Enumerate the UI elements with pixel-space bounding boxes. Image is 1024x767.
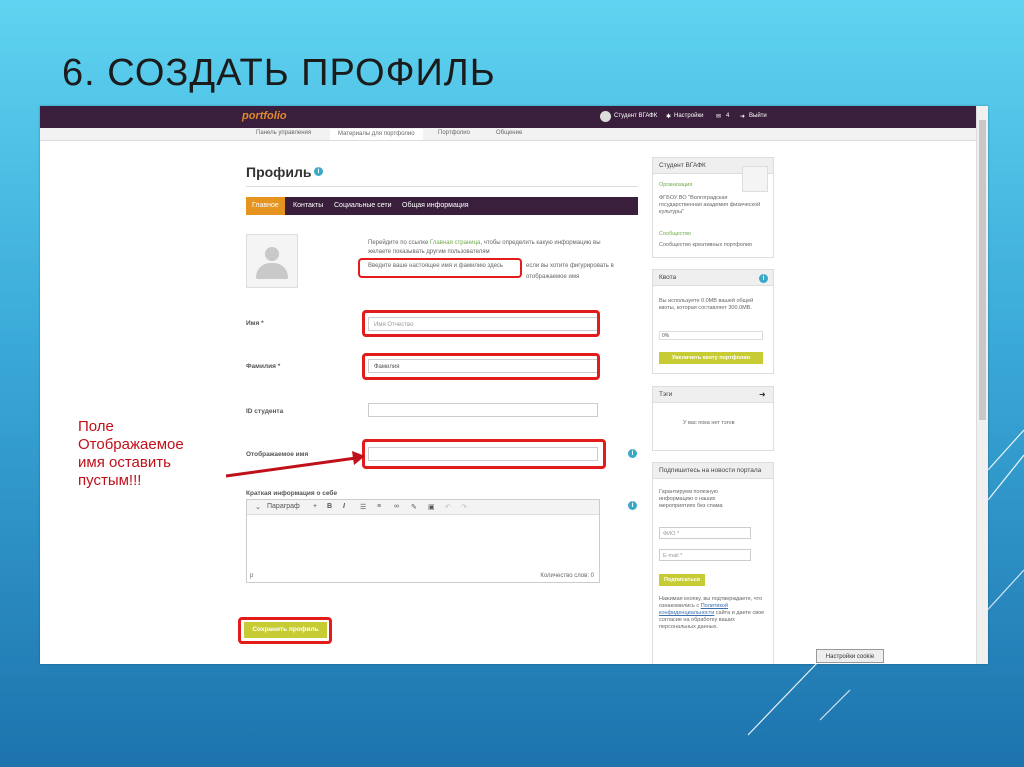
profile-tabs: Главное Контакты Социальные сети Общая и…: [246, 197, 638, 215]
arrow-right-icon[interactable]: ➜: [759, 390, 766, 399]
logout-icon[interactable]: ➜: [740, 113, 745, 120]
settings-link[interactable]: Настройки: [674, 113, 703, 119]
page-scrollbar[interactable]: [976, 106, 988, 664]
redo-icon[interactable]: ↷: [461, 503, 467, 511]
highlight-intro: [358, 258, 522, 278]
display-name-info-icon[interactable]: i: [628, 449, 637, 458]
slide-title: 6. СОЗДАТЬ ПРОФИЛЬ: [62, 52, 496, 94]
quota-info-icon[interactable]: i: [759, 274, 768, 283]
website-screenshot: portfolio Студент ВГАФК ✱ Настройки ✉ 4 …: [40, 106, 988, 664]
numbered-list-icon[interactable]: ≡: [377, 503, 381, 510]
nav-materials[interactable]: Материалы для портфолио: [330, 129, 423, 140]
bio-info-icon[interactable]: i: [628, 501, 637, 510]
student-id-label: ID студента: [246, 408, 284, 415]
quota-progress-bar: 0%: [659, 331, 763, 340]
editor-status-bar: p Количество слов: 0: [246, 573, 598, 585]
profile-photo[interactable]: [246, 234, 298, 288]
divider: [246, 186, 638, 187]
top-bar: portfolio Студент ВГАФК ✱ Настройки ✉ 4 …: [40, 106, 976, 128]
user-card: Студент ВГАФК Организация ФГБОУ ВО "Волг…: [652, 157, 774, 258]
highlight-display-name: [362, 439, 606, 469]
avatar-body-icon: [256, 263, 288, 279]
logout-link[interactable]: Выйти: [749, 113, 767, 119]
site-logo[interactable]: portfolio: [242, 110, 287, 122]
quota-card: Квота i Вы используете 0.0MB вашей общей…: [652, 269, 774, 374]
main-nav: Панель управления Материалы для портфоли…: [40, 128, 976, 141]
chevron-down-icon[interactable]: ⌄: [255, 503, 261, 511]
user-card-avatar-icon[interactable]: [742, 166, 768, 192]
tab-social[interactable]: Социальные сети: [334, 197, 392, 215]
messages-count[interactable]: 4: [726, 113, 729, 119]
newsletter-name-input[interactable]: ФИО *: [659, 527, 751, 539]
bio-editor[interactable]: ⌄ Параграф + B I ☰ ≡ ∞ ✎ ▣ ↶ ↷: [246, 499, 600, 583]
nav-dashboard[interactable]: Панель управления: [256, 130, 311, 136]
newsletter-email-input[interactable]: E-mail *: [659, 549, 751, 561]
student-id-input[interactable]: [368, 403, 598, 417]
intro-line-1: Перейдите по ссылке Главная страница, чт…: [368, 240, 601, 246]
scrollbar-thumb[interactable]: [979, 120, 986, 420]
avatar-head-icon: [265, 247, 279, 261]
highlight-first-name: [362, 310, 600, 337]
word-count: Количество слов: 0: [540, 573, 594, 579]
subscribe-button[interactable]: Подписаться: [659, 574, 705, 586]
increase-quota-button[interactable]: Увеличить квоту портфолио: [659, 352, 763, 364]
gear-icon[interactable]: ✱: [666, 113, 671, 120]
edit-icon[interactable]: ✎: [411, 503, 417, 511]
intro-line-2: желаете показывать другим пользователям: [368, 249, 490, 255]
highlight-last-name: [362, 353, 600, 380]
org-label: Организация: [659, 182, 693, 188]
tab-contacts[interactable]: Контакты: [293, 197, 323, 215]
info-icon[interactable]: i: [314, 167, 323, 176]
page-title: Профиль: [246, 164, 312, 180]
italic-icon[interactable]: I: [343, 503, 345, 510]
community-name: Сообщество креативных портфолио: [659, 242, 753, 248]
homepage-link[interactable]: Главная страница: [430, 240, 480, 246]
user-avatar-icon[interactable]: [600, 111, 611, 122]
plus-icon[interactable]: +: [313, 503, 317, 510]
nav-communication[interactable]: Общение: [496, 130, 522, 136]
envelope-icon[interactable]: ✉: [716, 113, 721, 120]
newsletter-text: Гарантируем полезную информацию о наших …: [659, 489, 723, 509]
intro-line-3-rest: если вы хотите фигурировать в: [526, 263, 614, 269]
newsletter-card: Подпишитесь на новости портала Гарантиру…: [652, 462, 774, 664]
cookie-settings-button[interactable]: Настройки cookie: [816, 649, 884, 663]
quota-text: Вы используете 0.0MB вашей общей квоты, …: [659, 298, 754, 311]
last-name-label: Фамилия *: [246, 363, 281, 370]
nav-portfolio[interactable]: Портфолио: [438, 130, 470, 136]
newsletter-title: Подпишитесь на новости портала: [653, 463, 773, 479]
org-name: ФГБОУ ВО "Волгоградская государственная …: [659, 195, 761, 215]
tags-title: Тэги: [653, 387, 773, 403]
display-name-label: Отображаемое имя: [246, 451, 309, 458]
bio-label: Краткая информация о себе: [246, 490, 338, 497]
first-name-label: Имя *: [246, 320, 264, 327]
highlight-save-button: [238, 617, 332, 644]
paragraph-format-select[interactable]: Параграф: [267, 503, 300, 510]
quota-title: Квота: [653, 270, 773, 286]
bullet-list-icon[interactable]: ☰: [360, 503, 366, 511]
image-icon[interactable]: ▣: [428, 503, 435, 511]
newsletter-consent: Нажимая кнопку, вы подтверждаете, что оз…: [659, 596, 765, 630]
tab-general-info[interactable]: Общая информация: [402, 197, 469, 215]
annotation-text: Поле Отображаемое имя оставить пустым!!!: [78, 418, 184, 489]
editor-toolbar: ⌄ Параграф + B I ☰ ≡ ∞ ✎ ▣ ↶ ↷: [247, 500, 599, 515]
link-icon[interactable]: ∞: [394, 503, 399, 510]
editor-path: p: [250, 573, 254, 579]
community-label: Сообщество: [659, 231, 691, 237]
intro-line-4: отображаемое имя: [526, 274, 580, 280]
tags-empty: У вас пока нет тэгов: [683, 420, 735, 426]
tab-main[interactable]: Главное: [246, 197, 285, 215]
user-name-link[interactable]: Студент ВГАФК: [614, 113, 657, 119]
undo-icon[interactable]: ↶: [445, 503, 451, 511]
bold-icon[interactable]: B: [327, 503, 332, 510]
tags-card: Тэги ➜ У вас пока нет тэгов: [652, 386, 774, 451]
